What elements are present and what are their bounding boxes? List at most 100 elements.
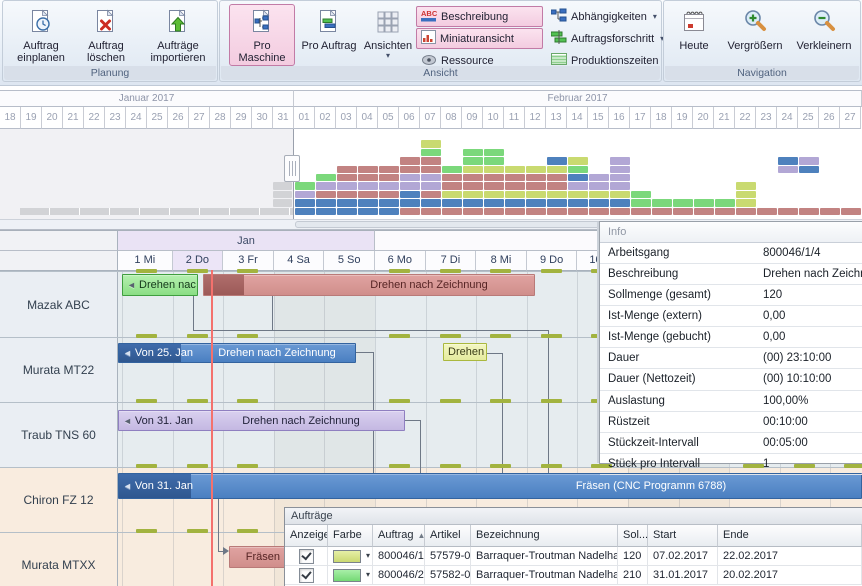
gantt-day-3fr: 3 Fr — [223, 251, 274, 271]
gantt-bar-blue[interactable]: ◄Von 25. JanDrehen nach Zeichnung — [118, 343, 356, 363]
views-grid-icon — [375, 8, 401, 39]
gantt-bar-yellow[interactable]: Drehen n — [443, 343, 487, 361]
mini-load-cell — [841, 208, 861, 215]
toggle-beschreibung[interactable]: ABCBeschreibung — [416, 6, 543, 27]
gantt-bar-green[interactable]: ◄Drehen nac — [122, 274, 198, 296]
ansichten-button[interactable]: Ansichten▾ — [361, 4, 415, 66]
info-row: Sollmenge (gesamt)120 — [600, 285, 862, 306]
gantt-day-1mi: 1 Mi — [118, 251, 173, 271]
mini-day-cell: 03 — [336, 107, 357, 129]
mini-month-0: Januar 2017 — [0, 90, 294, 107]
visibility-checkbox[interactable] — [299, 568, 314, 583]
mini-load-cell — [610, 174, 630, 181]
mini-load-cell — [316, 174, 336, 181]
mini-load-cell — [484, 199, 504, 206]
mini-load-cell — [379, 191, 399, 198]
mini-past-cell — [273, 199, 292, 206]
mini-load-cell — [610, 199, 630, 206]
mini-load-cell — [421, 182, 441, 189]
column-header-start[interactable]: Start — [648, 525, 718, 547]
verkleinern-button[interactable]: Verkleinern — [790, 4, 858, 66]
timeline-splitter-handle[interactable] — [284, 155, 300, 182]
gantt-corner-cell — [0, 230, 118, 251]
row-visibility-cell — [285, 547, 328, 566]
info-row-label: Dauer (Nettozeit) — [608, 369, 696, 389]
column-header-auftrag[interactable]: Auftrag▲ — [373, 525, 425, 547]
info-row-value: 100,00% — [763, 391, 808, 411]
info-row-value: (00) 23:10:00 — [763, 348, 831, 368]
mini-load-cell — [358, 174, 378, 181]
color-swatch[interactable] — [333, 569, 361, 582]
gantt-bar-blue[interactable]: ◄Von 31. JanFräsen (CNC Programm 6788) — [118, 473, 862, 499]
gantt-bar-rose[interactable]: Fräsen — [229, 546, 286, 568]
swatch-dropdown-icon[interactable]: ▾ — [366, 566, 370, 584]
mini-load-cell — [547, 191, 567, 198]
row-color-cell: ▾ — [328, 547, 373, 566]
mini-day-cell: 27 — [840, 107, 861, 129]
mini-load-cell — [610, 182, 630, 189]
mini-load-cell — [484, 174, 504, 181]
column-header-farbe[interactable]: Farbe — [328, 525, 373, 547]
production-time-marker — [389, 464, 410, 468]
mini-day-cell: 12 — [525, 107, 546, 129]
zoom-in-icon — [742, 8, 768, 39]
gantt-bar-lavender[interactable]: ◄Von 31. JanDrehen nach Zeichnung — [118, 410, 405, 431]
production-time-marker — [541, 269, 562, 273]
pro-auftrag-button[interactable]: Pro Auftrag — [297, 4, 361, 66]
visibility-checkbox[interactable] — [299, 549, 314, 564]
production-time-marker — [440, 334, 461, 338]
column-header-sol[interactable]: Sol... — [618, 525, 648, 547]
mini-load-cell — [421, 166, 441, 173]
mini-load-cell — [526, 199, 546, 206]
row-visibility-cell — [285, 566, 328, 585]
mini-load-cell — [400, 182, 420, 189]
mini-load-cell — [568, 191, 588, 198]
toggle-ressource[interactable]: Ressource — [416, 50, 543, 71]
mini-load-cell — [463, 199, 483, 206]
document-delete-icon — [93, 8, 119, 39]
production-time-marker — [490, 334, 511, 338]
pro-maschine-button[interactable]: Pro Maschine — [229, 4, 295, 66]
production-time-marker — [440, 269, 461, 273]
auftrag-einplanen-button[interactable]: Auftrag einplanen — [9, 4, 73, 66]
mini-day-cell: 08 — [441, 107, 462, 129]
constraint-arrow-icon: ◄ — [127, 280, 136, 290]
bar-label: Fräsen — [246, 547, 280, 567]
swatch-dropdown-icon[interactable]: ▾ — [366, 547, 370, 565]
column-header-bezeichnung[interactable]: Bezeichnung — [471, 525, 618, 547]
per-machine-icon — [249, 8, 275, 39]
orders-panel: Aufträge AnzeigeFarbeAuftrag▲ArtikelBeze… — [285, 508, 862, 586]
bar-prefix-label: ◄Von 31. Jan — [119, 411, 193, 430]
production-time-marker — [237, 269, 258, 273]
gantt-bar-rose[interactable]: Drehen nach Zeichnung — [203, 274, 535, 296]
mini-load-cell — [505, 174, 525, 181]
gantt-day-2do: 2 Do — [173, 251, 224, 271]
toggle-miniaturansicht[interactable]: Miniaturansicht — [416, 28, 543, 49]
info-row-label: Ist-Menge (extern) — [608, 306, 702, 326]
mini-load-cell — [799, 166, 819, 173]
heute-button[interactable]: Heute — [670, 4, 718, 66]
gantt-day-6mo: 6 Mo — [375, 251, 426, 271]
production-time-marker — [237, 334, 258, 338]
column-header-ende[interactable]: Ende — [718, 525, 862, 547]
mini-load-cell — [610, 208, 630, 215]
mini-load-cell — [715, 199, 735, 206]
mini-load-cell — [463, 174, 483, 181]
gantt-month-jan: Jan — [118, 230, 375, 251]
mini-load-cell — [652, 208, 672, 215]
mini-day-cell: 23 — [105, 107, 126, 129]
mini-day-cell: 01 — [294, 107, 315, 129]
column-header-anzeige[interactable]: Anzeige — [285, 525, 328, 547]
dependency-connector — [487, 353, 503, 354]
mini-load-cell — [568, 174, 588, 181]
color-swatch[interactable] — [333, 550, 361, 563]
mini-load-cell — [757, 208, 777, 215]
mini-day-cell: 14 — [567, 107, 588, 129]
column-header-artikel[interactable]: Artikel — [425, 525, 471, 547]
mini-load-cell — [547, 157, 567, 164]
production-time-marker — [136, 334, 157, 338]
vergrößern-button[interactable]: Vergrößern — [718, 4, 792, 66]
mini-load-cell — [421, 174, 441, 181]
auftrag-löschen-button[interactable]: Auftrag löschen — [73, 4, 139, 66]
aufträge-importieren-button[interactable]: Aufträge importieren — [141, 4, 215, 66]
